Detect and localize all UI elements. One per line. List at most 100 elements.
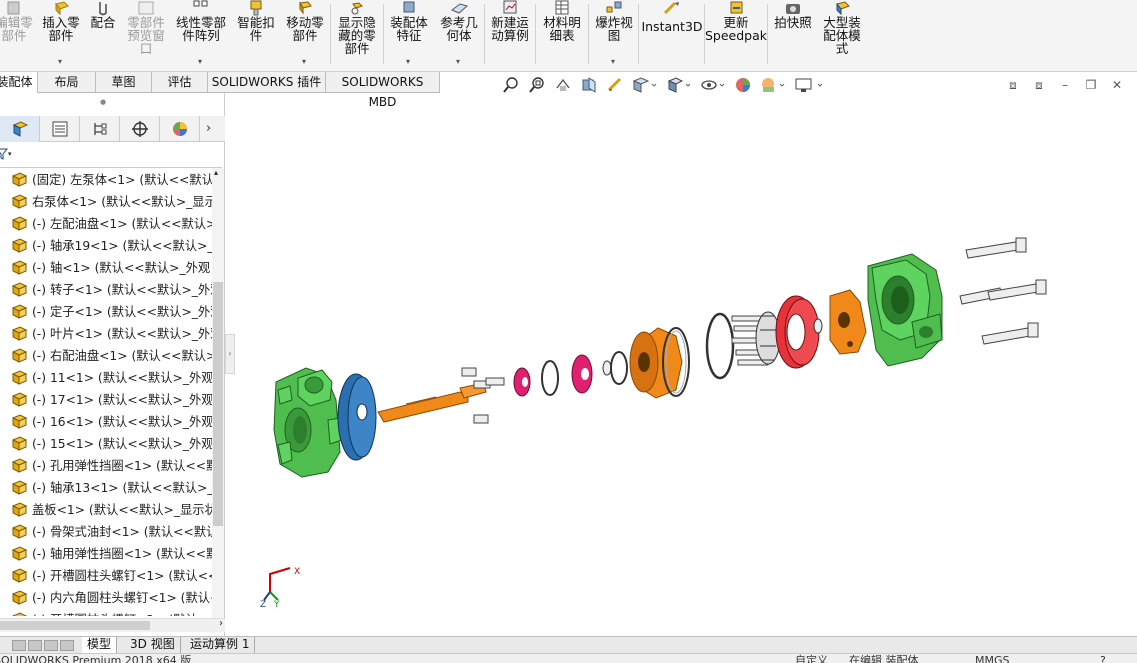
move-component-button[interactable]: 移动零 部件 ▾	[282, 0, 328, 70]
minimize-icon[interactable]: –	[1057, 78, 1073, 92]
tree-item[interactable]: (-) 16<1> (默认<<默认>_外观 显	[0, 410, 212, 432]
tree-item[interactable]: (-) 轴<1> (默认<<默认>_外观 显	[0, 256, 212, 278]
property-manager-tab[interactable]	[40, 116, 80, 142]
stator[interactable]	[775, 295, 820, 369]
tree-item[interactable]: (-) 内六角圆柱头螺钉<1> (默认<	[0, 586, 212, 608]
instant3d-button[interactable]: Instant3D	[641, 0, 703, 70]
tree-scrollbar-thumb[interactable]	[213, 282, 223, 526]
section-view-icon[interactable]	[578, 74, 600, 96]
update-speedpak-button[interactable]: 更新 Speedpak	[705, 0, 767, 70]
tab-3d-views[interactable]: 3D 视图	[125, 637, 181, 653]
help-icon[interactable]: ?	[1100, 655, 1106, 663]
tile-left-icon[interactable]: ⧈	[1005, 78, 1021, 92]
chevron-down-icon[interactable]: ▾	[58, 57, 62, 66]
tree-horizontal-scrollbar[interactable]: ›	[0, 618, 225, 632]
tab-solidworks-mbd[interactable]: SOLIDWORKS MBD	[326, 72, 440, 109]
insert-components-button[interactable]: 插入零 部件 ▾	[38, 0, 84, 70]
spacer[interactable]	[813, 318, 823, 334]
chevron-down-icon[interactable]: ▾	[302, 57, 306, 66]
assembly-features-button[interactable]: 装配体 特征 ▾	[386, 0, 432, 70]
tree-item[interactable]: (-) 轴承13<1> (默认<<默认>_外	[0, 476, 212, 498]
tab-model[interactable]: 模型	[82, 637, 118, 653]
tree-item[interactable]: (-) 11<1> (默认<<默认>_外观 显	[0, 366, 212, 388]
configuration-manager-tab[interactable]	[80, 116, 120, 142]
left-oil-distribution-plate[interactable]	[337, 373, 377, 461]
status-units[interactable]: MMGS	[975, 655, 1010, 663]
tree-item[interactable]: (-) 开槽圆柱头螺钉<1> (默认<<	[0, 564, 212, 586]
previous-view-icon[interactable]	[552, 74, 574, 96]
tree-item[interactable]: (-) 定子<1> (默认<<默认>_外观	[0, 300, 212, 322]
first-tab-arrow-icon[interactable]	[12, 640, 26, 651]
tree-item[interactable]: (-) 右配油盘<1> (默认<<默认>_	[0, 344, 212, 366]
tile-right-icon[interactable]: ⧈	[1031, 78, 1047, 92]
chevron-right-icon[interactable]: ›	[206, 121, 211, 136]
tree-item[interactable]: (-) 左配油盘<1> (默认<<默认>_	[0, 212, 212, 234]
status-custom[interactable]: 自定义	[795, 655, 828, 663]
new-motion-study-button[interactable]: 新建运 动算例	[487, 0, 533, 70]
right-pump-body[interactable]	[867, 253, 943, 367]
tab-solidworks-addins[interactable]: SOLIDWORKS 插件	[208, 72, 326, 93]
tab-layout[interactable]: 布局	[38, 72, 96, 93]
right-oil-distribution-plate[interactable]	[629, 327, 683, 399]
tree-item[interactable]: (-) 骨架式油封<1> (默认<<默认	[0, 520, 212, 542]
tree-item[interactable]: (-) 轴承19<1> (默认<<默认>_外	[0, 234, 212, 256]
tree-item[interactable]: (-) 轴用弹性挡圈<1> (默认<<默	[0, 542, 212, 564]
last-tab-arrow-icon[interactable]	[60, 640, 74, 651]
chevron-down-icon[interactable]: ▾	[198, 57, 202, 66]
tree-item[interactable]: (固定) 左泵体<1> (默认<<默认>	[0, 168, 212, 190]
hex-socket-bolts[interactable]	[959, 237, 1047, 345]
edit-component-button[interactable]: 编辑零 部件	[0, 0, 34, 70]
bearing-19[interactable]	[513, 367, 531, 397]
panel-splitter[interactable]: ‹	[225, 334, 235, 374]
tab-assembly[interactable]: 装配体	[0, 72, 38, 93]
panel-drag-handle[interactable]: ●	[100, 98, 106, 106]
reference-geometry-button[interactable]: 参考几 何体 ▾	[436, 0, 482, 70]
edit-appearance-icon[interactable]	[732, 74, 754, 96]
scroll-up-icon[interactable]: ▴	[214, 168, 218, 177]
tree-item[interactable]: (-) 开槽圆柱头螺钉<2> (默认<	[0, 608, 212, 616]
scroll-right-icon[interactable]: ›	[219, 618, 223, 629]
tree-item[interactable]: (-) 孔用弹性挡圈<1> (默认<<默	[0, 454, 212, 476]
chevron-down-icon[interactable]: ▾	[456, 57, 460, 66]
left-pump-body[interactable]	[273, 367, 343, 478]
exploded-view-button[interactable]: 爆炸视 图 ▾	[591, 0, 637, 70]
tree-item[interactable]: 盖板<1> (默认<<默认>_显示状态	[0, 498, 212, 520]
dynamic-annotation-icon[interactable]	[604, 74, 626, 96]
display-style-icon[interactable]	[664, 74, 694, 96]
tab-motion-study-1[interactable]: 运动算例 1	[185, 637, 256, 653]
retaining-ring-shaft[interactable]	[541, 360, 559, 396]
show-hidden-components-button[interactable]: 显示隐 藏的零 部件	[334, 0, 380, 70]
tree-item[interactable]: 右泵体<1> (默认<<默认>_显示状	[0, 190, 212, 212]
chevron-down-icon[interactable]: ▾	[406, 57, 410, 66]
bill-of-materials-button[interactable]: 材料明 细表	[539, 0, 585, 70]
zoom-to-area-icon[interactable]	[526, 74, 548, 96]
hide-show-items-icon[interactable]	[698, 74, 728, 96]
tab-evaluate[interactable]: 评估	[152, 72, 208, 93]
restore-icon[interactable]: ❐	[1083, 78, 1099, 92]
shaft-washer[interactable]	[602, 351, 628, 385]
take-snapshot-button[interactable]: 拍快照	[770, 0, 816, 70]
large-assembly-mode-button[interactable]: 大型装 配体模 式	[818, 0, 866, 70]
dimxpert-manager-tab[interactable]	[120, 116, 160, 142]
tab-sketch[interactable]: 草图	[96, 72, 152, 93]
linear-pattern-button[interactable]: 线性零部 件阵列 ▾	[172, 0, 230, 70]
circlip[interactable]	[705, 312, 735, 380]
next-tab-arrow-icon[interactable]	[44, 640, 58, 651]
cover-plate[interactable]	[829, 289, 867, 355]
display-manager-tab[interactable]	[160, 116, 200, 142]
mate-button[interactable]: 配合	[88, 0, 118, 70]
component-preview-button[interactable]: 零部件 预览窗 口	[124, 0, 168, 70]
featuremanager-tree-tab[interactable]	[0, 116, 40, 142]
apply-scene-icon[interactable]	[758, 74, 788, 96]
bearing-13[interactable]	[571, 354, 593, 394]
graphics-area[interactable]: X Y Z	[236, 100, 1137, 636]
tree-filter-bar[interactable]: ▾	[0, 142, 222, 168]
close-icon[interactable]: ✕	[1109, 78, 1125, 92]
horizontal-scrollbar-thumb[interactable]	[0, 621, 150, 630]
tree-item[interactable]: (-) 17<1> (默认<<默认>_外观 显	[0, 388, 212, 410]
chevron-down-icon[interactable]: ▾	[611, 57, 615, 66]
smart-fasteners-button[interactable]: 智能扣 件	[234, 0, 278, 70]
tree-item[interactable]: (-) 转子<1> (默认<<默认>_外观	[0, 278, 212, 300]
view-settings-icon[interactable]	[792, 74, 826, 96]
zoom-to-fit-icon[interactable]	[500, 74, 522, 96]
